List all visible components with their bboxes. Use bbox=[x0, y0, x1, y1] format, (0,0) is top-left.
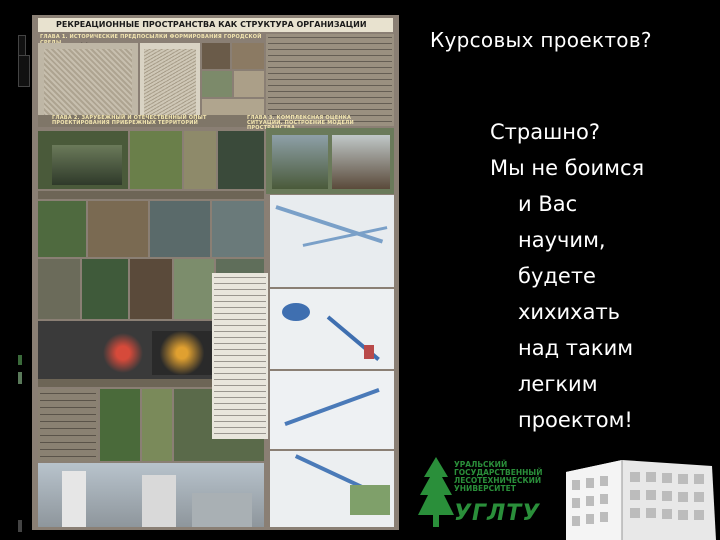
logo-abbreviation: УГЛТУ bbox=[454, 501, 541, 526]
poster-description-text bbox=[214, 277, 266, 435]
body-line: над таким bbox=[518, 336, 634, 360]
lake-shape bbox=[282, 303, 310, 321]
logo-line-2: ГОСУДАРСТВЕННЫЙ bbox=[454, 468, 543, 477]
render-building bbox=[62, 471, 86, 527]
project-photo bbox=[212, 201, 264, 257]
university-logo: УРАЛЬСКИЙ ГОСУДАРСТВЕННЫЙ ЛЕСОТЕХНИЧЕСКИ… bbox=[418, 455, 558, 530]
logo-line-3: ЛЕСОТЕХНИЧЕСКИЙ bbox=[454, 476, 542, 485]
slide-decor-accent bbox=[18, 520, 22, 532]
project-poster-image: РЕКРЕАЦИОННЫЕ ПРОСТРАНСТВА КАК СТРУКТУРА… bbox=[32, 15, 399, 530]
slide-decor-accent bbox=[18, 372, 22, 384]
logo-line-4: УНИВЕРСИТЕТ bbox=[454, 484, 516, 493]
slide-decor-accent bbox=[18, 355, 22, 365]
project-photo bbox=[218, 131, 264, 189]
site-map bbox=[270, 371, 394, 449]
poster-title: РЕКРЕАЦИОННЫЕ ПРОСТРАНСТВА КАК СТРУКТУРА… bbox=[38, 18, 393, 43]
history-photo bbox=[234, 71, 264, 97]
project-photo-detail bbox=[152, 331, 212, 375]
slide-decor-bar-top bbox=[18, 35, 26, 57]
history-photo bbox=[202, 43, 230, 69]
site-photo-detail bbox=[332, 135, 390, 189]
poster-caption-bar bbox=[38, 191, 264, 199]
poster-legend-lines bbox=[40, 393, 96, 457]
logo-line-1: УРАЛЬСКИЙ bbox=[454, 460, 508, 469]
project-photo bbox=[130, 131, 182, 189]
project-photo-detail bbox=[98, 331, 148, 375]
body-line: хихихать bbox=[518, 300, 621, 324]
project-photo bbox=[184, 131, 216, 189]
slide-heading: Курсовых проектов? bbox=[430, 28, 652, 52]
project-photo bbox=[142, 389, 172, 461]
project-photo bbox=[174, 259, 214, 319]
body-line: легким bbox=[518, 372, 598, 396]
project-photo bbox=[100, 389, 140, 461]
project-photo bbox=[38, 259, 80, 319]
pine-tree-icon bbox=[418, 457, 454, 527]
project-photo-detail bbox=[52, 145, 122, 185]
project-photo bbox=[130, 259, 172, 319]
site-photo-detail bbox=[272, 135, 328, 189]
historical-map-detail bbox=[44, 49, 132, 119]
body-line: Страшно? bbox=[490, 120, 601, 144]
body-line: научим, bbox=[518, 228, 606, 252]
body-line: будете bbox=[518, 264, 596, 288]
render-building bbox=[192, 493, 252, 527]
map-zone bbox=[350, 485, 390, 515]
history-photo bbox=[202, 71, 232, 97]
university-building-image bbox=[562, 452, 720, 540]
body-line: проектом! bbox=[518, 408, 633, 432]
body-line: Мы не боимся bbox=[490, 156, 645, 180]
slide: РЕКРЕАЦИОННЫЕ ПРОСТРАНСТВА КАК СТРУКТУРА… bbox=[0, 0, 720, 540]
body-line: и Вас bbox=[518, 192, 578, 216]
slide-decor-bar bbox=[18, 55, 30, 87]
history-photo bbox=[232, 43, 264, 69]
project-photo bbox=[88, 201, 148, 257]
poster-annotation-text bbox=[268, 37, 392, 123]
map-marker bbox=[364, 345, 374, 359]
slide-body-text: Страшно? Мы не боимся и Вас научим, буде… bbox=[490, 114, 710, 438]
render-building bbox=[142, 475, 176, 527]
historical-map-2-detail bbox=[144, 49, 196, 119]
poster-chapter-2: ГЛАВА 2. ЗАРУБЕЖНЫЙ И ОТЕЧЕСТВЕННЫЙ ОПЫТ… bbox=[52, 115, 207, 126]
project-photo bbox=[82, 259, 128, 319]
project-photo bbox=[150, 201, 210, 257]
project-photo bbox=[38, 201, 86, 257]
